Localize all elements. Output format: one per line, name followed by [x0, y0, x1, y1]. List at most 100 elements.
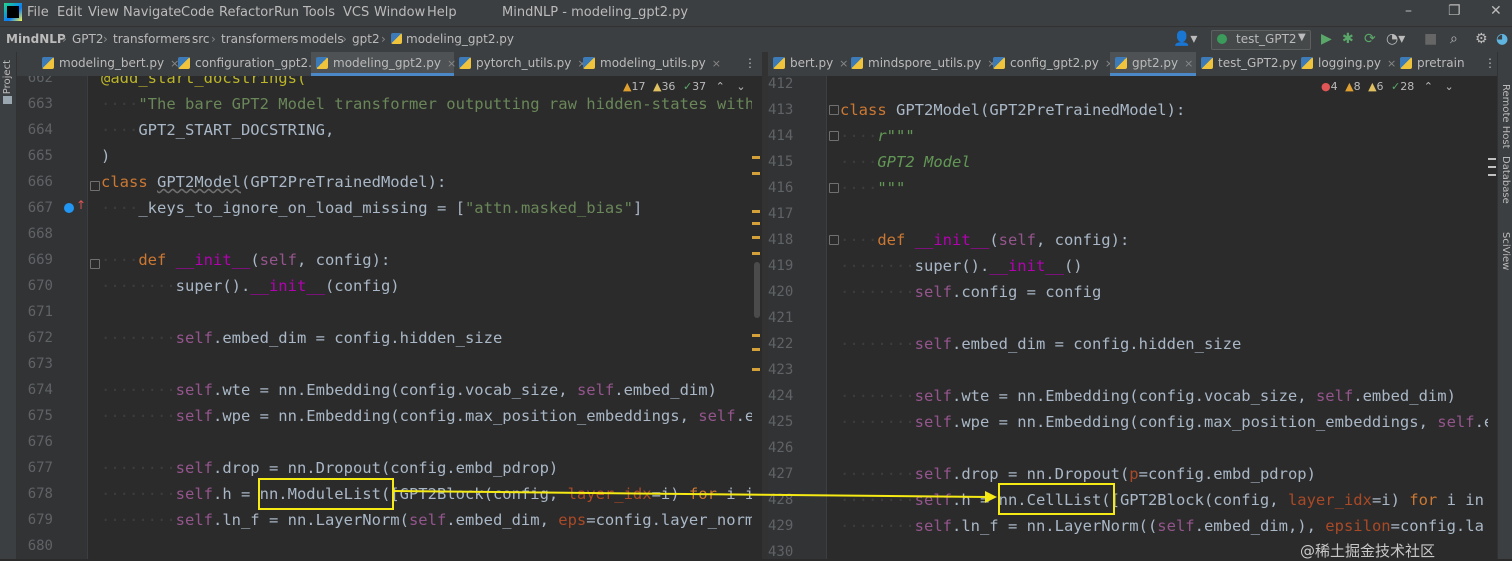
tab-label: mindspore_utils.py	[868, 56, 982, 70]
left-inspection-summary[interactable]: ▲17 ▲36 ✓37 ⌃ ⌄	[623, 80, 746, 93]
fold-marker-icon[interactable]	[829, 105, 839, 115]
fold-marker-icon[interactable]	[90, 181, 100, 191]
fold-marker-icon[interactable]	[90, 259, 100, 269]
code-line: ····r"""	[840, 127, 915, 145]
tabs-overflow-icon[interactable]: ⋮	[1484, 56, 1496, 70]
tab-modeling-utils[interactable]: modeling_utils.py ×	[578, 52, 738, 76]
breadcrumb-file[interactable]: modeling_gpt2.py	[406, 32, 514, 46]
usage-mark[interactable]	[1488, 166, 1496, 168]
tab-test-gpt2[interactable]: test_GPT2.py×	[1196, 52, 1312, 76]
close-icon[interactable]: ×	[712, 57, 721, 70]
tab-label: pytorch_utils.py	[476, 56, 572, 70]
tab-config-gpt2[interactable]: config_gpt2.py×	[988, 52, 1114, 76]
python-file-icon	[851, 57, 863, 69]
fold-marker-icon[interactable]	[829, 235, 839, 245]
menu-run[interactable]: Run	[274, 5, 299, 20]
line-number: 415	[768, 154, 794, 170]
breadcrumb-transformers[interactable]: transformers	[113, 32, 190, 46]
settings-icon[interactable]: ⚙	[1475, 31, 1488, 47]
menu-window[interactable]: Window	[374, 5, 425, 20]
left-tool-window-strip: Project	[0, 52, 17, 559]
remote-host-tool-tab[interactable]: Remote Host	[1500, 84, 1511, 149]
menu-refactor[interactable]: Refactor	[219, 5, 274, 20]
maximize-button[interactable]: ❐	[1448, 3, 1461, 19]
breadcrumb-gpt2-folder[interactable]: gpt2	[352, 32, 380, 46]
menu-help[interactable]: Help	[427, 5, 457, 20]
chevron-down-icon[interactable]: ⌄	[1444, 80, 1453, 93]
warning-mark[interactable]	[752, 368, 760, 371]
tab-pytorch-utils[interactable]: pytorch_utils.py×	[454, 52, 597, 76]
warning-mark[interactable]	[752, 222, 760, 225]
warning-mark[interactable]	[752, 236, 760, 239]
tab-modeling-bert[interactable]: modeling_bert.py ×	[37, 52, 179, 76]
python-file-icon	[1115, 57, 1127, 69]
breadcrumb-project[interactable]: MindNLP	[6, 32, 66, 46]
fold-marker-icon[interactable]	[829, 131, 839, 141]
project-tool-tab[interactable]: Project	[2, 60, 13, 94]
breadcrumb-models[interactable]: models	[300, 32, 344, 46]
tab-label: test_GPT2.py	[1218, 56, 1298, 70]
warning-mark[interactable]	[752, 172, 760, 175]
menu-view[interactable]: View	[88, 5, 119, 20]
usage-mark[interactable]	[1488, 158, 1496, 160]
tab-gpt2[interactable]: gpt2.py ×	[1110, 52, 1196, 76]
warning-mark[interactable]	[752, 348, 760, 351]
fold-marker-icon[interactable]	[829, 183, 839, 193]
breadcrumb-gpt2[interactable]: GPT2	[72, 32, 104, 46]
database-tool-tab[interactable]: Database	[1500, 156, 1511, 204]
stop-icon[interactable]: ■	[1424, 31, 1437, 47]
usage-mark[interactable]	[1488, 174, 1496, 176]
sciview-tool-tab[interactable]: SciView	[1500, 232, 1511, 270]
chevron-up-icon[interactable]: ⌃	[716, 80, 725, 93]
close-icon[interactable]: ×	[1184, 57, 1193, 70]
run-configuration-select[interactable]: test_GPT2 ▼	[1211, 30, 1311, 50]
pycharm-logo-icon	[4, 3, 22, 21]
python-file-icon	[1301, 57, 1313, 69]
chevron-up-icon[interactable]: ⌃	[1424, 80, 1433, 93]
line-number: 662	[27, 76, 53, 86]
menu-edit[interactable]: Edit	[57, 5, 82, 20]
python-run-icon	[1217, 34, 1227, 44]
tab-configuration-gpt2[interactable]: configuration_gpt2.py×	[173, 52, 342, 76]
tabs-overflow-icon[interactable]: ⋮	[744, 56, 756, 70]
chevron-down-icon[interactable]: ⌄	[736, 80, 745, 93]
tab-label: gpt2.py	[1132, 56, 1179, 70]
menu-navigate[interactable]: Navigate	[123, 5, 181, 20]
profile-icon[interactable]: ◔▾	[1386, 31, 1405, 47]
code-line: ········self.wpe = nn.Embedding(config.m…	[101, 407, 755, 425]
search-icon[interactable]: ⌕	[1450, 31, 1458, 47]
menu-code[interactable]: Code	[181, 5, 214, 20]
warning-mark[interactable]	[752, 210, 760, 213]
override-marker-icon[interactable]	[64, 203, 74, 213]
highlight-box-modulelist	[258, 478, 394, 510]
tab-pretrain[interactable]: pretrain	[1395, 52, 1485, 76]
code-line: ········self.drop = nn.Dropout(config.em…	[101, 459, 559, 477]
breadcrumb-transformers-2[interactable]: transformers	[221, 32, 298, 46]
coverage-icon[interactable]: ⟳	[1364, 31, 1376, 47]
warning-mark[interactable]	[752, 252, 760, 255]
right-scrollbar-track[interactable]	[1488, 76, 1497, 559]
tab-mindspore-utils[interactable]: mindspore_utils.py ×	[846, 52, 997, 76]
tab-logging[interactable]: logging.py ×	[1296, 52, 1402, 76]
plugin-icon[interactable]: ◕	[1496, 31, 1508, 47]
menu-vcs[interactable]: VCS	[343, 5, 369, 20]
code-line: class GPT2Model(GPT2PreTrainedModel):	[840, 101, 1186, 119]
tab-modeling-gpt2[interactable]: modeling_gpt2.py ×	[311, 52, 456, 76]
debug-icon[interactable]: ✱	[1342, 31, 1354, 47]
run-icon[interactable]: ▶	[1321, 31, 1332, 47]
warning-mark[interactable]	[752, 334, 760, 337]
line-number: 428	[768, 492, 794, 508]
menu-file[interactable]: File	[27, 5, 49, 20]
close-button[interactable]: ✕	[1490, 3, 1502, 19]
minimize-button[interactable]: –	[1405, 3, 1412, 19]
menu-tools[interactable]: Tools	[303, 5, 335, 20]
code-line: ····"The bare GPT2 Model transformer out…	[101, 95, 755, 113]
left-scrollbar-thumb[interactable]	[754, 262, 760, 318]
right-inspection-summary[interactable]: ●4 ▲8 ▲6 ✓28 ⌃ ⌄	[1321, 80, 1454, 93]
breadcrumb-src[interactable]: src	[192, 32, 210, 46]
line-number: 670	[27, 278, 53, 294]
warning-mark[interactable]	[752, 156, 760, 159]
right-code-editor[interactable]: 412 413 414 415 416 417 418 419 420 421 422 423 424 4…	[768, 76, 1497, 559]
tab-bert[interactable]: bert.py ×	[768, 52, 856, 76]
user-icon[interactable]: 👤▾	[1173, 31, 1197, 47]
